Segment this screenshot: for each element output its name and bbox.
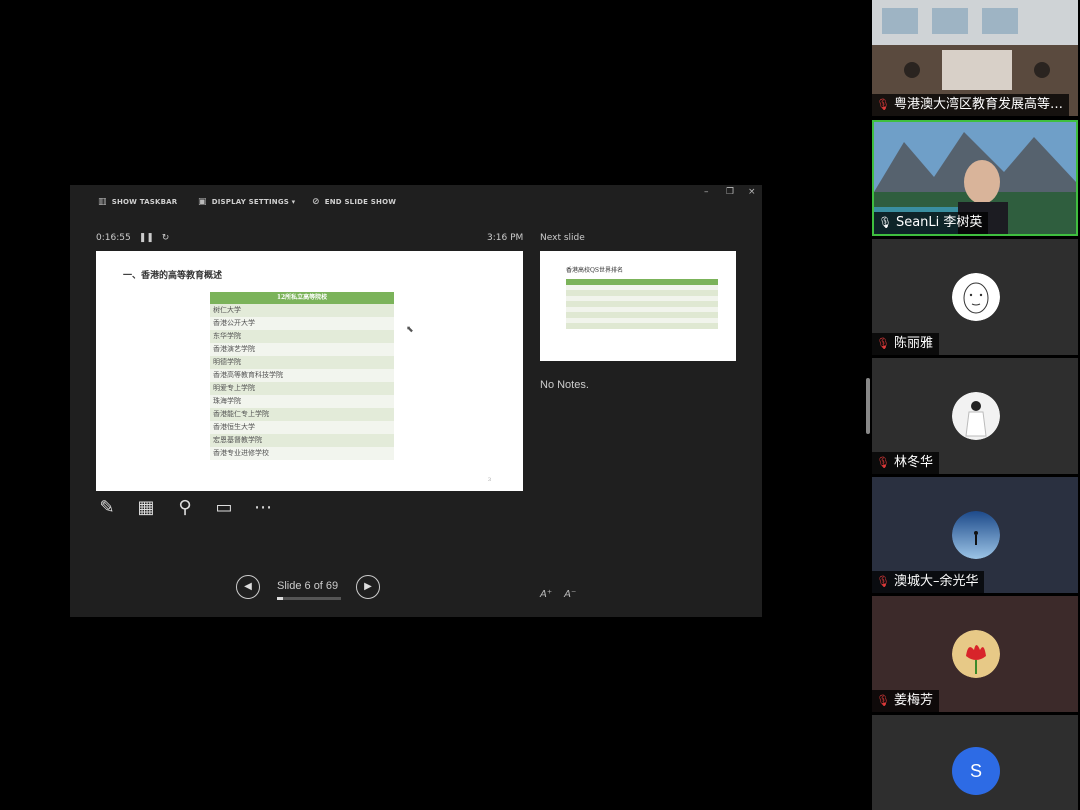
end-show-icon: ⊘ [312, 197, 320, 207]
participant-name-label: 姜梅芳 [893, 693, 933, 708]
shared-screen: ▥ SHOW TASKBAR ▣ DISPLAY SETTINGS ▾ ⊘ EN… [0, 0, 866, 810]
participant-name: 🎙 陈丽雅 [872, 333, 939, 355]
participant-tile[interactable]: 🎙 姜梅芳 [872, 596, 1078, 712]
more-options-icon[interactable]: ⋯ [252, 497, 274, 519]
slide-table-row: 树仁大学 [210, 304, 394, 317]
participant-name: 🎙 林冬华 [872, 452, 939, 474]
increase-font-icon[interactable]: A⁺ [540, 589, 552, 600]
avatar [952, 392, 1000, 440]
participant-tile[interactable]: 🎙 陈丽雅 [872, 239, 1078, 355]
slide-title: 一、香港的高等教育概述 [123, 271, 223, 281]
avatar: S [952, 747, 1000, 795]
clock: 3:16 PM [487, 233, 524, 243]
slide-table-row: 香港演艺学院 [210, 343, 394, 356]
slide-table-row: 明爱专上学院 [210, 382, 394, 395]
slide-table-row: 珠海学院 [210, 395, 394, 408]
end-slide-show-label: END SLIDE SHOW [324, 198, 397, 206]
slide-table-row: 东华学院 [210, 330, 394, 343]
slide-page-number: 3 [487, 477, 491, 483]
next-slide-table [566, 279, 718, 329]
participant-gallery: 🎙 粤港澳大湾区教育发展高等… 🎙 SeanLi 李树英 🎙 陈丽雅 🎙 林冬华 🎙 澳城… [870, 0, 1080, 810]
participant-tile-active-speaker[interactable]: 🎙 SeanLi 李树英 [872, 120, 1078, 236]
next-slide-title: 香港高校QS世界排名 [566, 267, 624, 274]
elapsed-time: 0:16:55 [96, 233, 131, 243]
next-slide-preview[interactable]: 香港高校QS世界排名 [540, 251, 736, 361]
display-settings-button[interactable]: ▣ DISPLAY SETTINGS ▾ [198, 197, 295, 207]
participant-tile[interactable]: S [872, 715, 1078, 810]
muted-mic-icon: 🎙 [876, 575, 890, 588]
zoom-icon[interactable]: ⚲ [174, 497, 196, 519]
notes-font-controls: A⁺ A⁻ [540, 589, 576, 600]
black-screen-icon[interactable]: ▭ [213, 497, 235, 519]
slide-table-row: 香港专业进修学校 [210, 447, 394, 460]
display-icon: ▣ [198, 197, 207, 207]
display-settings-label: DISPLAY SETTINGS ▾ [211, 198, 296, 206]
participant-tile[interactable]: 🎙 林冬华 [872, 358, 1078, 474]
presenter-tools: ✎ ▦ ⚲ ▭ ⋯ [96, 497, 274, 519]
participant-name: 🎙 姜梅芳 [872, 690, 939, 712]
restore-button[interactable]: ❐ [726, 187, 734, 197]
participant-name-label: 陈丽雅 [893, 336, 933, 351]
slide-timer: 0:16:55 ❚❚ ↻ [96, 233, 169, 243]
slide-table-row: 明德学院 [210, 356, 394, 369]
muted-mic-icon: 🎙 [876, 337, 890, 350]
minimize-button[interactable]: – [704, 187, 709, 197]
decrease-font-icon[interactable]: A⁻ [564, 589, 576, 600]
slide-table-row: 香港能仁专上学院 [210, 408, 394, 421]
current-slide: 一、香港的高等教育概述 12所私立高等院校 树仁大学 香港公开大学 东华学院 香港演艺… [96, 251, 523, 491]
mouse-cursor-icon: ⬉ [406, 325, 414, 335]
taskbar-icon: ▥ [98, 197, 107, 207]
show-taskbar-button[interactable]: ▥ SHOW TASKBAR [98, 197, 177, 207]
see-all-slides-icon[interactable]: ▦ [135, 497, 157, 519]
next-slide-button[interactable]: ▶ [356, 575, 380, 599]
slide-table-row: 宏恩基督教学院 [210, 434, 394, 447]
presenter-view: ▥ SHOW TASKBAR ▣ DISPLAY SETTINGS ▾ ⊘ EN… [70, 185, 762, 617]
avatar [952, 511, 1000, 559]
participant-name-label: 林冬华 [893, 455, 933, 470]
slide-navigation: ◀ Slide 6 of 69 ▶ [236, 575, 384, 603]
next-slide-table-row [566, 323, 718, 329]
slide-position: Slide 6 of 69 [277, 580, 339, 592]
slide-table-row: 香港高等教育科技学院 [210, 369, 394, 382]
speaker-notes: No Notes. [540, 379, 589, 391]
avatar [952, 630, 1000, 678]
participant-name: 🎙 粤港澳大湾区教育发展高等… [872, 94, 1069, 116]
slide-table-header: 12所私立高等院校 [210, 292, 394, 304]
participant-tile[interactable]: 🎙 粤港澳大湾区教育发展高等… [872, 0, 1078, 116]
muted-mic-icon: 🎙 [876, 694, 890, 707]
participant-name: 🎙 SeanLi 李树英 [874, 212, 989, 234]
pause-timer-icon[interactable]: ❚❚ [139, 233, 154, 243]
participant-name-label: 粤港澳大湾区教育发展高等… [893, 97, 1063, 112]
slide-table-row: 香港公开大学 [210, 317, 394, 330]
presenter-toolbar: ▥ SHOW TASKBAR ▣ DISPLAY SETTINGS ▾ ⊘ EN… [70, 185, 762, 221]
close-button[interactable]: × [748, 187, 756, 197]
slide-progress-bar [277, 597, 341, 600]
show-taskbar-label: SHOW TASKBAR [111, 198, 178, 206]
participant-name: 🎙 澳城大–余光华 [872, 571, 985, 593]
pen-icon[interactable]: ✎ [96, 497, 118, 519]
slide-progress-fill [277, 597, 283, 600]
participant-tile[interactable]: 🎙 澳城大–余光华 [872, 477, 1078, 593]
end-slide-show-button[interactable]: ⊘ END SLIDE SHOW [312, 197, 396, 207]
next-slide-label: Next slide [540, 233, 585, 243]
restart-timer-icon[interactable]: ↻ [162, 233, 170, 243]
muted-mic-icon: 🎙 [876, 456, 890, 469]
avatar [952, 273, 1000, 321]
participant-name-label: SeanLi 李树英 [895, 215, 983, 230]
slide-table-row: 香港恒生大学 [210, 421, 394, 434]
participant-name-label: 澳城大–余光华 [893, 574, 979, 589]
muted-mic-icon: 🎙 [876, 98, 890, 111]
previous-slide-button[interactable]: ◀ [236, 575, 260, 599]
mic-icon: 🎙 [878, 216, 892, 229]
slide-table-body: 树仁大学 香港公开大学 东华学院 香港演艺学院 明德学院 香港高等教育科技学院 明爱专上学院… [210, 304, 394, 460]
slide-table: 12所私立高等院校 树仁大学 香港公开大学 东华学院 香港演艺学院 明德学院 香港高等教育… [210, 292, 394, 460]
